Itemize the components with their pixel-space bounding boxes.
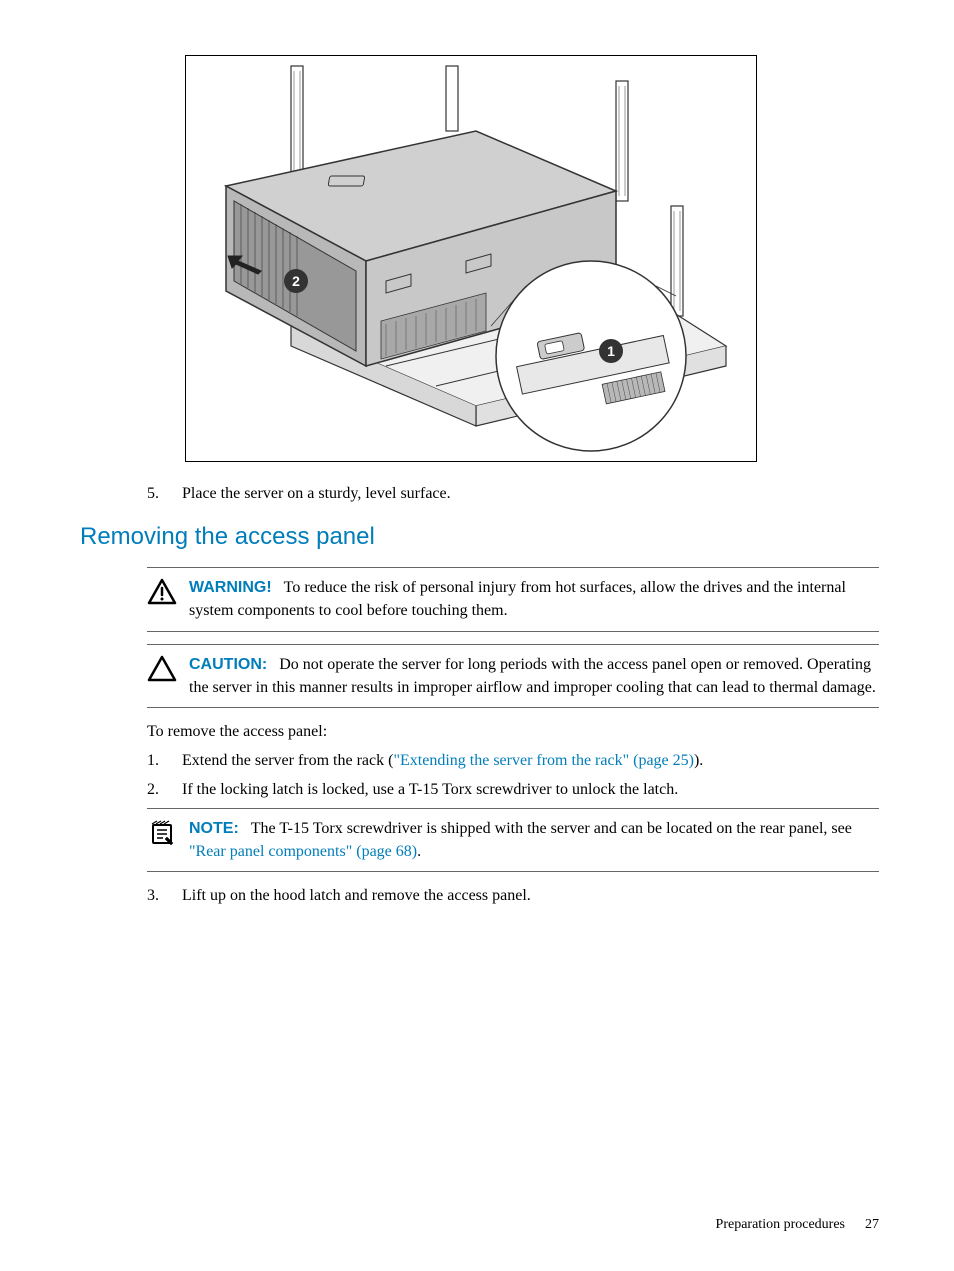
footer-section-name: Preparation procedures	[716, 1217, 845, 1232]
procedure-intro: To remove the access panel:	[147, 720, 879, 743]
page-footer: Preparation procedures 27	[716, 1217, 879, 1233]
step-text: Extend the server from the rack ("Extend…	[182, 749, 879, 772]
step-number: 3.	[147, 884, 182, 907]
note-text-after: .	[417, 843, 421, 860]
section-heading: Removing the access panel	[80, 523, 879, 551]
warning-icon	[147, 576, 189, 622]
note-icon	[147, 817, 189, 863]
svg-text:1: 1	[607, 343, 615, 359]
step-text: Place the server on a sturdy, level surf…	[182, 482, 879, 505]
step-1: 1. Extend the server from the rack ("Ext…	[147, 749, 879, 772]
warning-text: To reduce the risk of personal injury fr…	[189, 579, 846, 619]
note-label: NOTE:	[189, 820, 239, 837]
step-number: 2.	[147, 778, 182, 801]
warning-label: WARNING!	[189, 579, 272, 596]
note-content: NOTE: The T-15 Torx screwdriver is shippe…	[189, 817, 879, 863]
step-text: If the locking latch is locked, use a T-…	[182, 778, 879, 801]
caution-icon	[147, 653, 189, 699]
caution-content: CAUTION:Do not operate the server for lo…	[189, 653, 879, 699]
svg-text:2: 2	[292, 273, 300, 289]
footer-page-number: 27	[865, 1217, 879, 1232]
step-number: 1.	[147, 749, 182, 772]
note-admonition: NOTE: The T-15 Torx screwdriver is shippe…	[147, 808, 879, 872]
cross-reference-link[interactable]: "Rear panel components" (page 68)	[189, 843, 417, 860]
caution-label: CAUTION:	[189, 656, 267, 673]
step-3: 3. Lift up on the hood latch and remove …	[147, 884, 879, 907]
caution-text: Do not operate the server for long perio…	[189, 656, 876, 696]
step-text: Lift up on the hood latch and remove the…	[182, 884, 879, 907]
warning-admonition: WARNING!To reduce the risk of personal i…	[147, 567, 879, 631]
server-rack-figure: 2 1	[185, 55, 757, 462]
step-2: 2. If the locking latch is locked, use a…	[147, 778, 879, 801]
step-5: 5. Place the server on a sturdy, level s…	[147, 482, 879, 505]
cross-reference-link[interactable]: "Extending the server from the rack" (pa…	[393, 752, 694, 769]
note-text-before: The T-15 Torx screwdriver is shipped wit…	[251, 820, 852, 837]
warning-content: WARNING!To reduce the risk of personal i…	[189, 576, 879, 622]
server-illustration: 2 1	[186, 56, 756, 461]
caution-admonition: CAUTION:Do not operate the server for lo…	[147, 644, 879, 708]
step-number: 5.	[147, 482, 182, 505]
